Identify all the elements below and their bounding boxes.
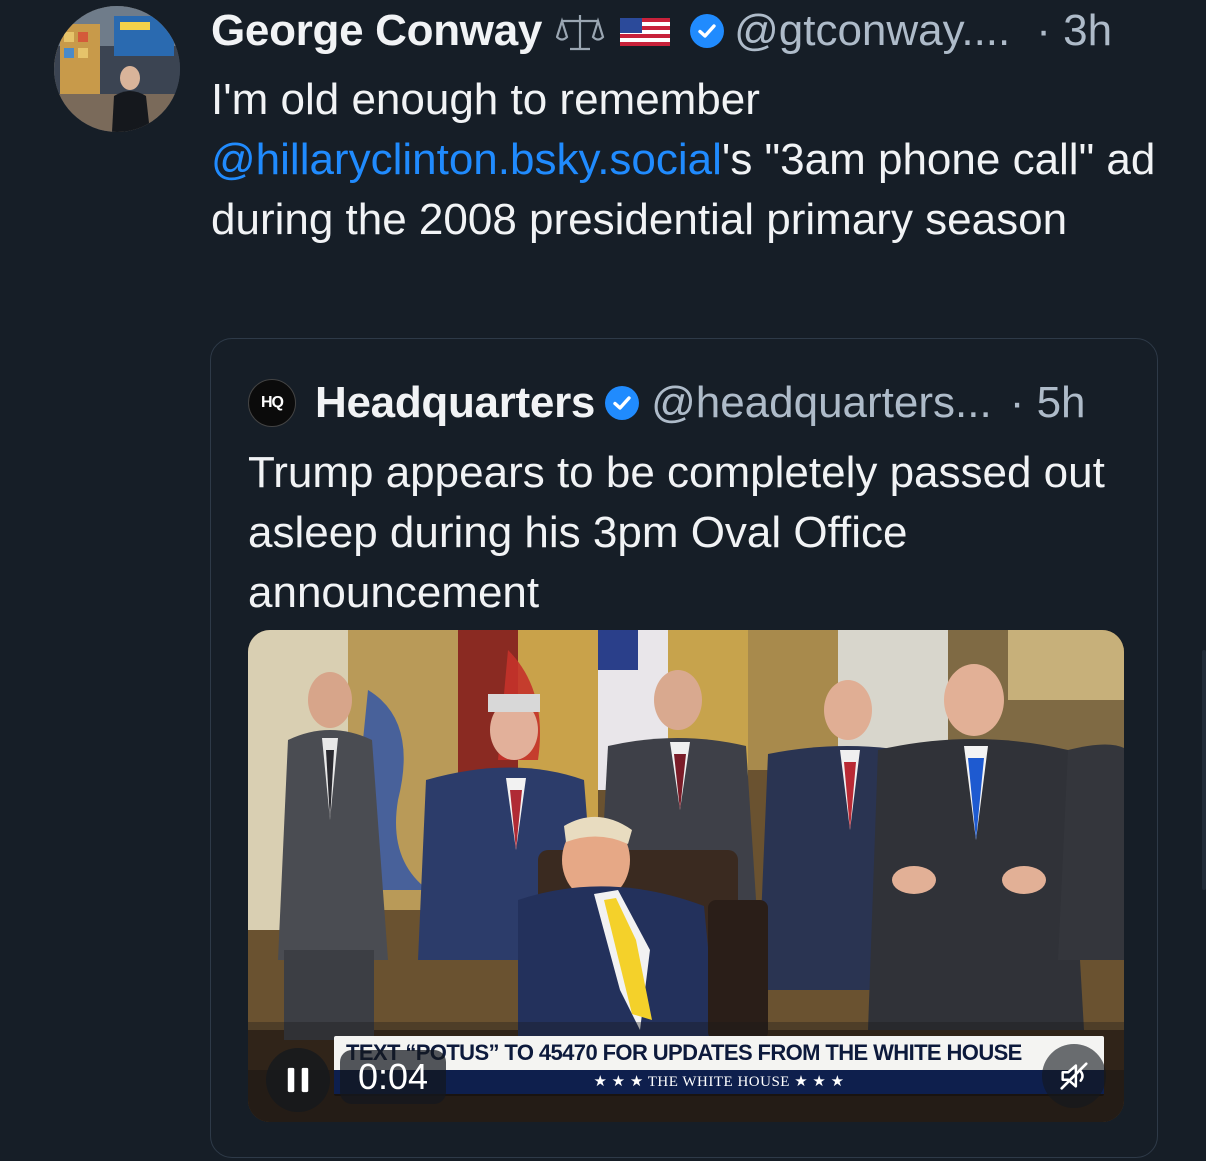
quoted-author-avatar[interactable]: HQ bbox=[248, 379, 296, 427]
quoted-post-header: HQ Headquarters @headquarters... · 5h bbox=[248, 375, 1086, 431]
author-name[interactable]: George Conway bbox=[211, 6, 542, 56]
verified-badge-icon bbox=[605, 386, 640, 420]
muted-speaker-icon bbox=[1060, 1062, 1088, 1090]
video-timestamp: 0:04 bbox=[358, 1056, 429, 1097]
quoted-avatar-logo: HQ bbox=[261, 394, 284, 411]
post-text-start: I'm old enough to remember bbox=[211, 75, 760, 124]
video-time-display: 0:04 bbox=[340, 1050, 447, 1104]
quoted-post-timestamp[interactable]: · 5h bbox=[1010, 378, 1086, 428]
scrollbar[interactable] bbox=[1202, 650, 1206, 890]
scales-and-flag-emoji-icon bbox=[556, 15, 671, 51]
quoted-author-handle[interactable]: @headquarters... bbox=[651, 378, 992, 428]
post-body: I'm old enough to remember @hillaryclint… bbox=[211, 70, 1171, 250]
video-chyron: TEXT “POTUS” TO 45470 FOR UPDATES FROM T… bbox=[334, 1036, 1104, 1094]
mute-toggle-button[interactable] bbox=[1042, 1044, 1106, 1108]
chyron-subtext: ★ ★ ★ THE WHITE HOUSE ★ ★ ★ bbox=[334, 1070, 1104, 1094]
verified-badge-icon bbox=[690, 14, 725, 48]
post-header: George Conway @gtconway.... · 3h bbox=[211, 4, 1112, 58]
post-timestamp[interactable]: · 3h bbox=[1036, 6, 1112, 56]
chyron-main-text: TEXT “POTUS” TO 45470 FOR UPDATES FROM T… bbox=[346, 1040, 1022, 1065]
video-player[interactable]: TEXT “POTUS” TO 45470 FOR UPDATES FROM T… bbox=[248, 630, 1124, 1122]
mention-link[interactable]: @hillaryclinton.bsky.social bbox=[211, 135, 722, 184]
avatar-image bbox=[54, 6, 180, 132]
quoted-author-name[interactable]: Headquarters bbox=[315, 378, 595, 428]
quoted-post-card[interactable]: HQ Headquarters @headquarters... · 5h Tr… bbox=[210, 338, 1158, 1158]
pause-button[interactable] bbox=[266, 1048, 330, 1112]
pause-icon bbox=[287, 1067, 309, 1093]
author-handle[interactable]: @gtconway.... bbox=[734, 6, 1010, 56]
quoted-post-body: Trump appears to be completely passed ou… bbox=[248, 448, 1105, 617]
author-avatar[interactable] bbox=[54, 6, 180, 132]
